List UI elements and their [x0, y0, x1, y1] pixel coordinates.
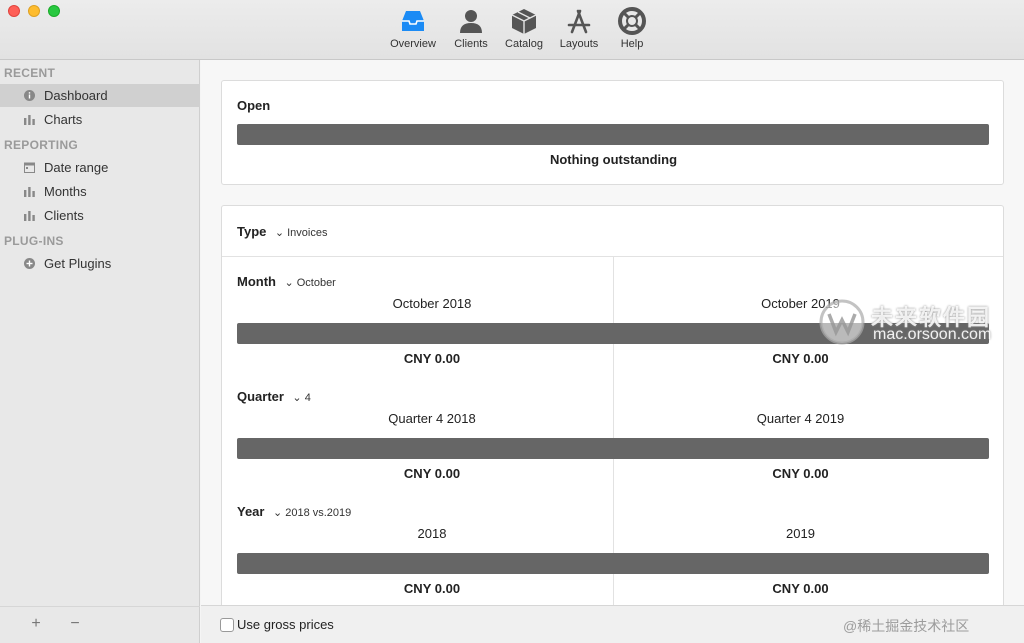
sidebar-item-get-plugins[interactable]: Get Plugins — [0, 252, 200, 275]
year-label: Year — [237, 504, 265, 519]
year-header: Year ⌄ 2018 vs.2019 — [237, 503, 351, 521]
sidebar-item-months[interactable]: Months — [0, 180, 200, 203]
quarter-header: Quarter ⌄ 4 — [237, 388, 311, 406]
sidebar-item-date-range[interactable]: Date range — [0, 156, 200, 179]
month-header: Month ⌄ October — [237, 273, 336, 291]
sidebar-section-plug-ins: PLUG-INS — [4, 234, 64, 248]
toolbar-layouts-button[interactable]: Layouts — [549, 6, 609, 50]
chevron-down-icon: ⌄ — [284, 277, 294, 289]
sidebar-item-label: Charts — [44, 112, 83, 127]
open-title: Open — [237, 98, 271, 113]
quarter-bar — [237, 438, 989, 459]
sidebar-item-label: Get Plugins — [44, 256, 112, 271]
chevron-down-icon: ⌄ — [272, 507, 283, 519]
sidebar-item-label: Clients — [44, 208, 84, 223]
year-value: 2018 vs.2019 — [285, 507, 352, 519]
watermark-url: mac.orsoon.com — [873, 326, 992, 343]
toolbar-layouts-label: Layouts — [559, 38, 599, 50]
zoom-window-button[interactable] — [48, 5, 60, 17]
gross-prices-label[interactable]: Use gross prices — [237, 617, 334, 632]
open-progress-bar — [237, 124, 989, 145]
sidebar-item-charts[interactable]: Charts — [0, 108, 200, 131]
month-value: October — [296, 277, 336, 289]
toolbar-help-label: Help — [620, 38, 644, 50]
close-window-button[interactable] — [8, 5, 20, 17]
sidebar-item-label: Months — [44, 184, 87, 199]
add-button[interactable]: + — [27, 615, 45, 633]
corner-watermark: @稀土掘金技术社区 — [843, 618, 970, 634]
sidebar: RECENT Dashboard Charts REPORTING Date r… — [0, 60, 200, 643]
year-selector[interactable]: ⌄ 2018 vs.2019 — [273, 507, 351, 519]
sidebar-item-label: Date range — [44, 160, 109, 175]
open-card: Open Nothing outstanding — [221, 80, 1004, 185]
month-right-amount: CNY 0.00 — [772, 351, 829, 366]
quarter-right-amount: CNY 0.00 — [772, 466, 829, 481]
quarter-selector[interactable]: ⌄ 4 — [292, 392, 310, 404]
month-left-amount: CNY 0.00 — [403, 351, 461, 366]
main-content: Open Nothing outstanding Type ⌄ Invoices… — [201, 60, 1024, 605]
sidebar-section-recent: RECENT — [4, 66, 56, 80]
month-selector[interactable]: ⌄ October — [284, 277, 335, 289]
window-titlebar: Overview Clients Catalog Layouts Help — [0, 0, 1024, 60]
inbox-icon — [402, 11, 424, 31]
sidebar-item-label: Dashboard — [44, 88, 108, 103]
sidebar-item-dashboard[interactable]: Dashboard — [0, 84, 200, 107]
toolbar-clients-button[interactable]: Clients — [441, 6, 501, 50]
quarter-right-title: Quarter 4 2019 — [756, 411, 845, 426]
lifebuoy-icon — [618, 7, 646, 35]
info-icon — [24, 90, 35, 101]
type-card: Type ⌄ Invoices Month ⌄ October October … — [221, 205, 1004, 605]
bar-chart-icon — [24, 187, 35, 197]
plus-circle-icon — [24, 258, 35, 269]
type-header: Type ⌄ Invoices — [237, 223, 327, 241]
bar-chart-icon — [24, 115, 35, 125]
chevron-down-icon: ⌄ — [292, 392, 302, 404]
toolbar-overview-label: Overview — [390, 38, 436, 50]
year-left-amount: CNY 0.00 — [403, 581, 461, 596]
sidebar-item-clients[interactable]: Clients — [0, 204, 200, 227]
bar-chart-icon — [24, 211, 35, 221]
year-bar — [237, 553, 989, 574]
watermark-w-icon — [819, 299, 865, 345]
toolbar-catalog-label: Catalog — [505, 38, 543, 50]
bottom-bar: Use gross prices @稀土掘金技术社区 — [201, 605, 1024, 643]
calendar-icon — [24, 162, 35, 173]
remove-button[interactable]: − — [66, 615, 84, 633]
toolbar-help-button[interactable]: Help — [602, 6, 662, 50]
quarter-label: Quarter — [237, 389, 284, 404]
person-icon — [460, 10, 482, 33]
app-store-icon — [567, 9, 591, 34]
sidebar-footer: + − — [0, 606, 200, 643]
toolbar-clients-label: Clients — [454, 38, 488, 50]
month-left-title: October 2018 — [392, 296, 472, 311]
open-status: Nothing outstanding — [549, 152, 678, 167]
sidebar-section-reporting: REPORTING — [4, 138, 79, 152]
year-right-title: 2019 — [786, 526, 815, 541]
toolbar-overview-button[interactable]: Overview — [383, 6, 443, 50]
gross-prices-checkbox[interactable] — [220, 618, 234, 632]
toolbar-catalog-button[interactable]: Catalog — [494, 6, 554, 50]
watermark-logo — [818, 298, 866, 351]
minimize-window-button[interactable] — [28, 5, 40, 17]
year-right-amount: CNY 0.00 — [772, 581, 829, 596]
type-label: Type — [237, 224, 267, 239]
type-selector[interactable]: ⌄ Invoices — [275, 227, 328, 239]
chevron-down-icon: ⌄ — [274, 227, 285, 239]
type-value: Invoices — [287, 227, 328, 239]
quarter-value: 4 — [304, 392, 311, 404]
quarter-left-amount: CNY 0.00 — [403, 466, 461, 481]
box-icon — [511, 9, 537, 34]
year-left-title: 2018 — [417, 526, 447, 541]
quarter-left-title: Quarter 4 2018 — [388, 411, 476, 426]
month-label: Month — [237, 274, 276, 289]
